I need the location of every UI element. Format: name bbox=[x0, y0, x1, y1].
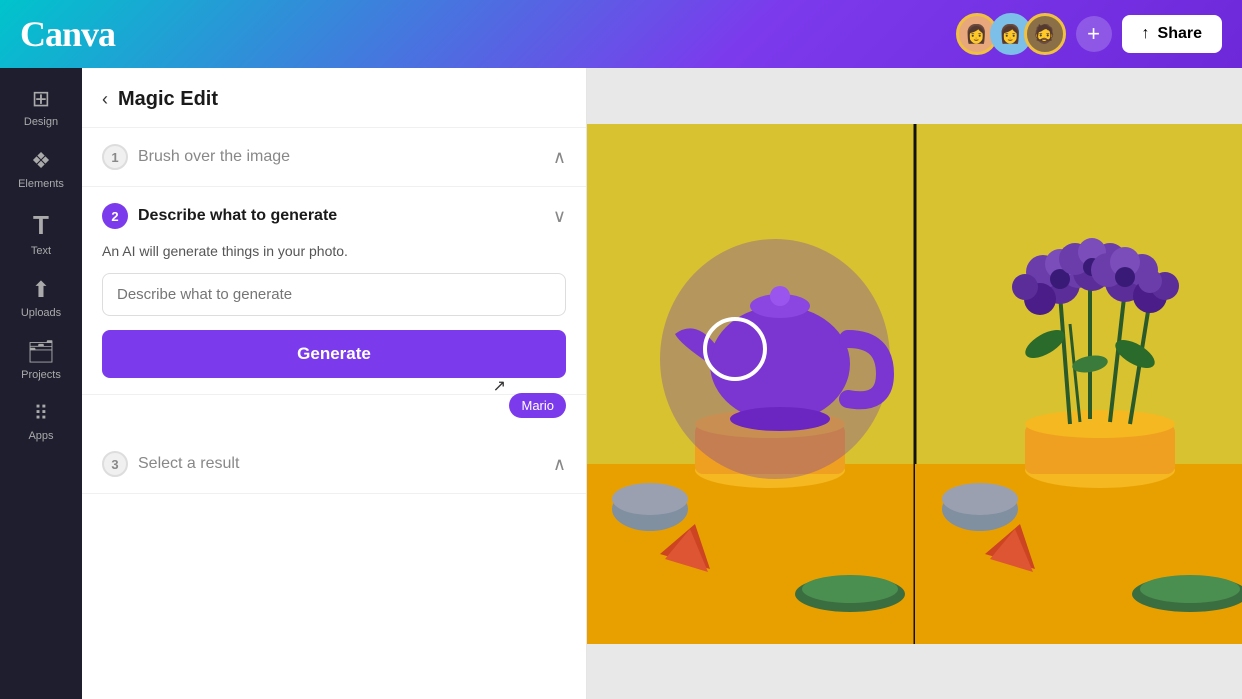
canvas-svg bbox=[587, 124, 1242, 644]
step-2-chevron: ∨ bbox=[553, 206, 566, 227]
sidebar-item-design[interactable]: ⊞ Design bbox=[6, 78, 76, 136]
sidebar-item-text[interactable]: T Text bbox=[6, 202, 76, 265]
step-3-title-row: 3 Select a result bbox=[102, 451, 239, 477]
share-button[interactable]: ↑ Share bbox=[1122, 15, 1222, 53]
generate-button-area: Generate ↗ Mario bbox=[102, 330, 566, 378]
panel-header: ‹ Magic Edit bbox=[82, 68, 586, 128]
design-icon: ⊞ bbox=[32, 86, 50, 112]
step-2-title-row: 2 Describe what to generate bbox=[102, 203, 337, 229]
avatar-3: 🧔 bbox=[1024, 13, 1066, 55]
sidebar-item-label-text: Text bbox=[31, 245, 51, 257]
generate-button[interactable]: Generate bbox=[102, 330, 566, 378]
sidebar-item-label-elements: Elements bbox=[18, 178, 64, 190]
step-1-title-row: 1 Brush over the image bbox=[102, 144, 290, 170]
sidebar-item-elements[interactable]: ❖ Elements bbox=[6, 140, 76, 198]
collaborator-avatars: 👩 👩 🧔 bbox=[956, 13, 1066, 55]
step-2-number: 2 bbox=[102, 203, 128, 229]
step-3-header[interactable]: 3 Select a result ∧ bbox=[102, 451, 566, 477]
header-right: 👩 👩 🧔 + ↑ Share bbox=[956, 13, 1222, 55]
sidebar-item-label-projects: Projects bbox=[21, 369, 61, 381]
sidebar-item-projects[interactable]: 🗂 Projects bbox=[6, 331, 76, 389]
step-1-label: Brush over the image bbox=[138, 148, 290, 166]
projects-icon: 🗂 bbox=[27, 339, 55, 365]
canvas-area bbox=[587, 68, 1242, 699]
sidebar: ⊞ Design ❖ Elements T Text ⬆ Uploads 🗂 P… bbox=[0, 68, 82, 699]
magic-edit-panel: ‹ Magic Edit 1 Brush over the image ∧ 2 … bbox=[82, 68, 587, 699]
panel-title: Magic Edit bbox=[118, 88, 218, 111]
uploads-icon: ⬆ bbox=[32, 277, 50, 303]
text-icon: T bbox=[33, 210, 49, 241]
back-button[interactable]: ‹ bbox=[102, 89, 108, 110]
header: Canva 👩 👩 🧔 + ↑ Share bbox=[0, 0, 1242, 68]
sidebar-item-label-design: Design bbox=[24, 116, 58, 128]
step-3: 3 Select a result ∧ bbox=[82, 435, 586, 494]
step-3-number: 3 bbox=[102, 451, 128, 477]
step-3-label: Select a result bbox=[138, 455, 239, 473]
elements-icon: ❖ bbox=[31, 148, 51, 174]
step-1-chevron: ∧ bbox=[553, 147, 566, 168]
share-label: Share bbox=[1158, 25, 1202, 43]
canvas-container bbox=[587, 124, 1242, 644]
sidebar-item-label-apps: Apps bbox=[28, 430, 53, 442]
step-2-header[interactable]: 2 Describe what to generate ∨ bbox=[102, 203, 566, 229]
step-2-label: Describe what to generate bbox=[138, 207, 337, 225]
add-collaborator-button[interactable]: + bbox=[1076, 16, 1112, 52]
cursor-arrow-icon: ↗ bbox=[493, 376, 506, 396]
main-area: ⊞ Design ❖ Elements T Text ⬆ Uploads 🗂 P… bbox=[0, 68, 1242, 699]
apps-icon: ⠿ bbox=[34, 401, 49, 426]
cursor-tooltip: Mario bbox=[509, 393, 566, 418]
step-1: 1 Brush over the image ∧ bbox=[82, 128, 586, 187]
sidebar-item-uploads[interactable]: ⬆ Uploads bbox=[6, 269, 76, 327]
step-3-chevron: ∧ bbox=[553, 454, 566, 475]
sidebar-item-label-uploads: Uploads bbox=[21, 307, 61, 319]
step-1-header[interactable]: 1 Brush over the image ∧ bbox=[102, 144, 566, 170]
step-2-description: An AI will generate things in your photo… bbox=[102, 243, 566, 259]
upload-icon: ↑ bbox=[1142, 25, 1150, 43]
step-2: 2 Describe what to generate ∨ An AI will… bbox=[82, 187, 586, 395]
sidebar-item-apps[interactable]: ⠿ Apps bbox=[6, 393, 76, 450]
canva-logo: Canva bbox=[20, 13, 115, 55]
generate-description-input[interactable]: A bunch of purple flowers bbox=[102, 273, 566, 316]
step-2-content: An AI will generate things in your photo… bbox=[102, 229, 566, 378]
step-1-number: 1 bbox=[102, 144, 128, 170]
